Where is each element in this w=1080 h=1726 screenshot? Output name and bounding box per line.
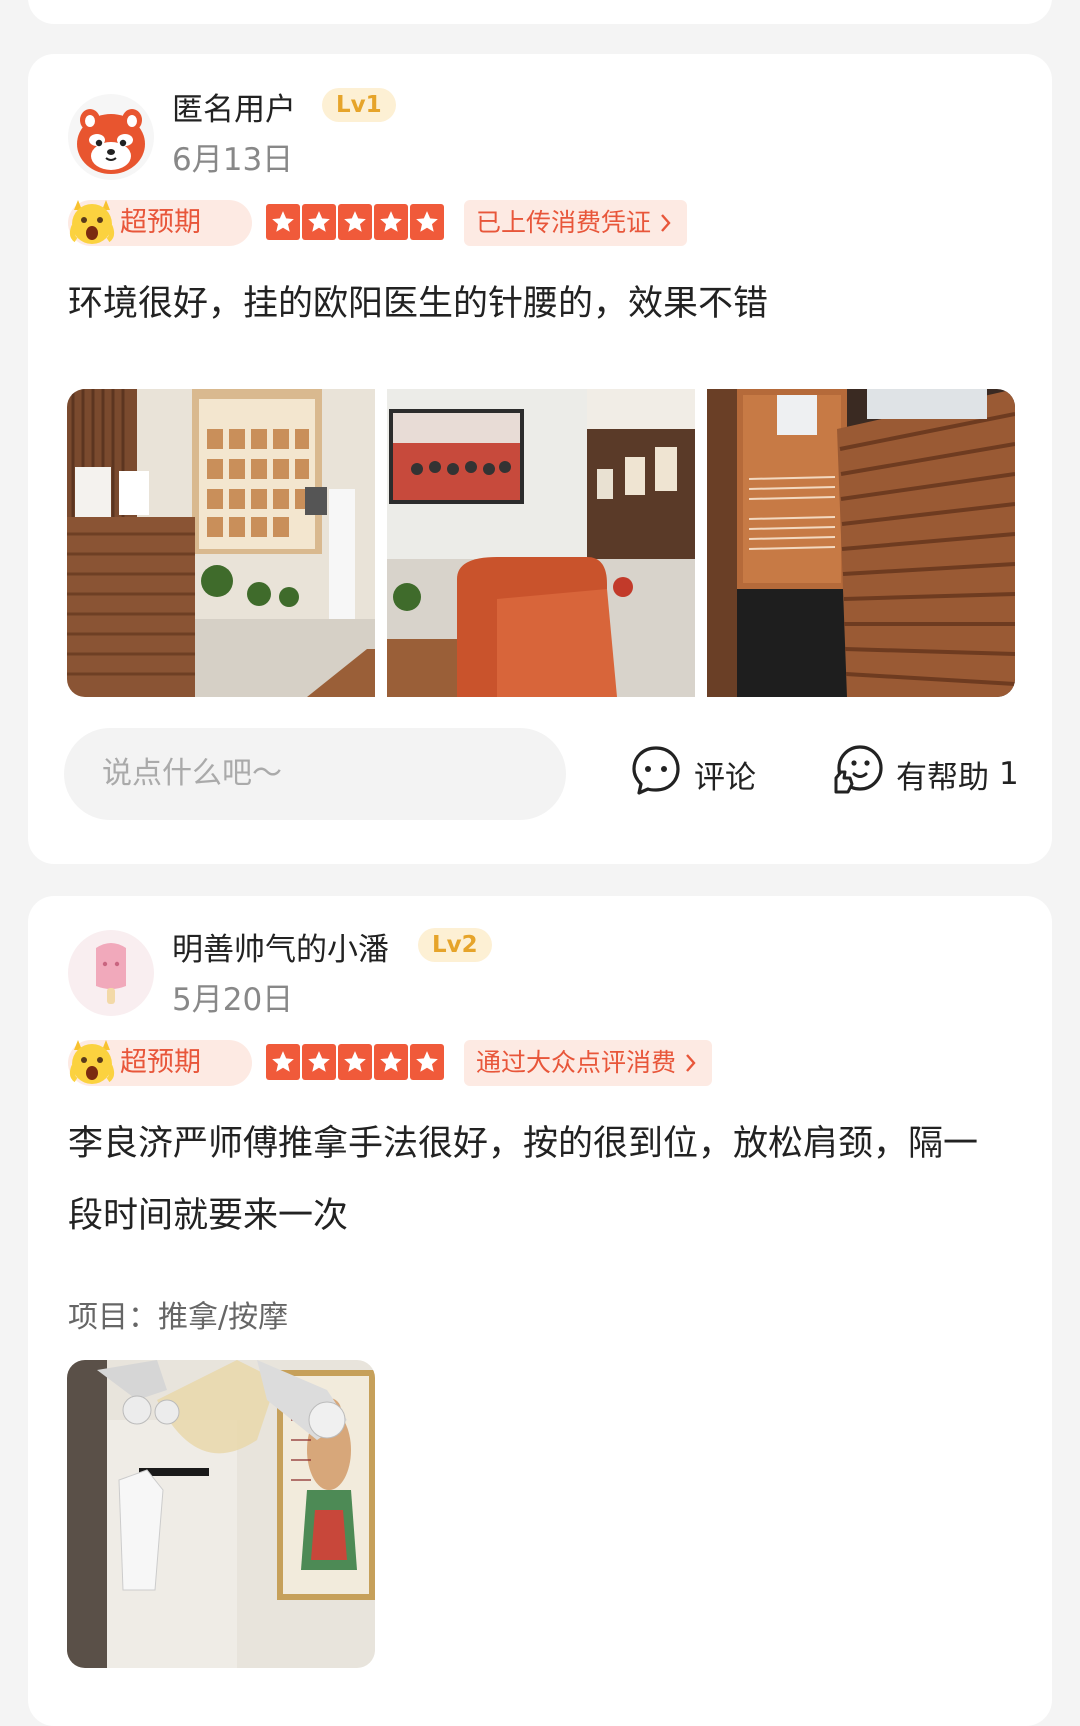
comment-input[interactable]: 说点什么吧～ <box>64 728 566 820</box>
reviewer-name[interactable]: 匿名用户 <box>172 84 296 129</box>
star-icon <box>410 204 444 240</box>
rating-stars <box>266 204 444 240</box>
chevron-right-icon <box>659 208 673 237</box>
review-photo[interactable] <box>387 389 695 697</box>
review-text: 李良济严师傅推拿手法很好，按的很到位，放松肩颈，隔一段时间就要来一次 <box>68 1124 979 1236</box>
project-line: 项目：推拿/按摩 <box>68 1292 288 1336</box>
star-icon <box>302 1044 336 1080</box>
project-label: 项目： <box>68 1300 158 1335</box>
star-icon <box>338 204 372 240</box>
helpful-count: 1 <box>999 756 1019 792</box>
voucher-uploaded-tag[interactable]: 已上传消费凭证 <box>464 200 687 246</box>
red-panda-avatar-icon[interactable] <box>68 94 154 180</box>
star-icon <box>266 204 300 240</box>
star-icon <box>374 204 408 240</box>
user-level-badge: Lv2 <box>418 928 492 962</box>
rating-stars <box>266 1044 444 1080</box>
review-photo[interactable] <box>67 1360 375 1668</box>
popsicle-avatar-icon[interactable] <box>68 930 154 1016</box>
star-icon <box>374 1044 408 1080</box>
chat-bubble-icon <box>628 742 684 806</box>
surprised-face-icon <box>68 196 116 248</box>
consumption-source-tag[interactable]: 通过大众点评消费 <box>464 1040 712 1086</box>
user-level-badge: Lv1 <box>322 88 396 122</box>
review-date: 6月13日 <box>172 142 294 178</box>
review-text: 环境很好，挂的欧阳医生的针腰的，效果不错 <box>68 284 769 324</box>
comment-button[interactable]: 评论 <box>628 734 756 814</box>
review-tags-row: 超预期 通过大众点评消费 <box>68 1040 1008 1086</box>
helpful-label: 有帮助 <box>896 759 989 796</box>
reviewer-name[interactable]: 明善帅气的小潘 <box>172 924 389 969</box>
exceed-expectation-tag: 超预期 <box>68 200 252 246</box>
review-card: 明善帅气的小潘 Lv2 5月20日 超预期 通过大众点评消费 李良济严师傅推拿手… <box>28 896 1052 1726</box>
star-icon <box>338 1044 372 1080</box>
thumbs-up-face-icon <box>830 742 886 806</box>
star-icon <box>410 1044 444 1080</box>
review-photo[interactable] <box>707 389 1015 697</box>
comment-placeholder: 说点什么吧～ <box>102 756 282 791</box>
review-card: 匿名用户 Lv1 6月13日 超预期 已上传消费凭证 环境很好，挂的欧阳医生的针… <box>28 54 1052 864</box>
exceed-expectation-label: 超预期 <box>120 207 201 238</box>
exceed-expectation-tag: 超预期 <box>68 1040 252 1086</box>
exceed-expectation-label: 超预期 <box>120 1047 201 1078</box>
voucher-label: 通过大众点评消费 <box>476 1048 677 1077</box>
previous-review-card <box>28 0 1052 24</box>
chevron-right-icon <box>684 1048 698 1077</box>
star-icon <box>302 204 336 240</box>
review-tags-row: 超预期 已上传消费凭证 <box>68 200 1008 246</box>
comment-label: 评论 <box>694 759 756 796</box>
helpful-button[interactable]: 有帮助 1 <box>830 734 1019 814</box>
project-value: 推拿/按摩 <box>158 1300 289 1335</box>
star-icon <box>266 1044 300 1080</box>
review-photo[interactable] <box>67 389 375 697</box>
surprised-face-icon <box>68 1036 116 1088</box>
voucher-label: 已上传消费凭证 <box>476 208 652 237</box>
review-date: 5月20日 <box>172 982 294 1018</box>
